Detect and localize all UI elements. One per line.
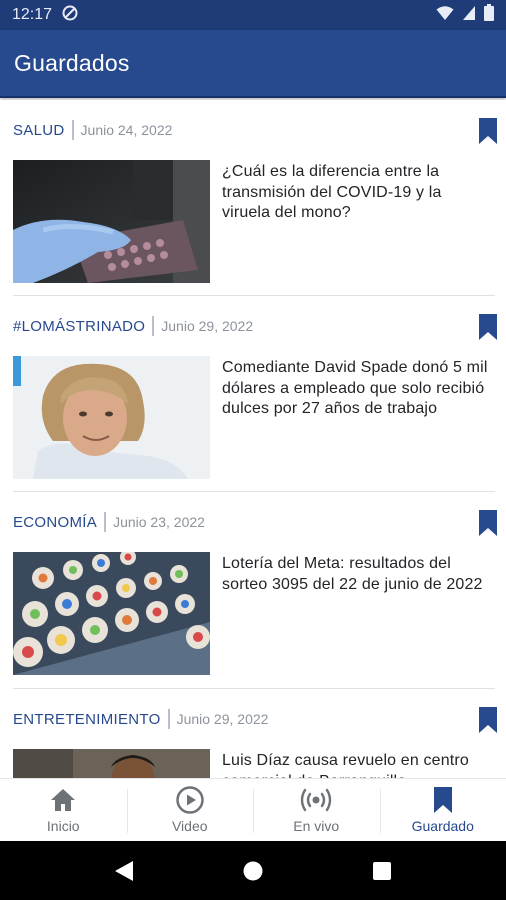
signal-icon (462, 5, 476, 26)
article-meta: SALUD Junio 24, 2022 (13, 118, 497, 142)
recents-icon[interactable] (362, 851, 402, 891)
article-meta: #LOMÁSTRINADO Junio 29, 2022 (13, 314, 497, 338)
meta-separator (71, 120, 74, 140)
app-bar: Guardados (0, 30, 506, 98)
article-thumbnail[interactable] (13, 356, 210, 479)
bookmark-icon[interactable] (479, 707, 497, 733)
article-date: Junio 29, 2022 (161, 318, 254, 334)
list-item[interactable]: #LOMÁSTRINADO Junio 29, 2022 Comediante … (13, 314, 497, 479)
nav-label: Guardado (411, 818, 474, 834)
system-navigation-bar (0, 841, 506, 900)
bookmark-icon (433, 786, 452, 814)
article-section[interactable]: ECONOMÍA (13, 514, 97, 531)
article-date: Junio 24, 2022 (80, 122, 173, 138)
article-headline[interactable]: Lotería del Meta: resultados del sorteo … (222, 554, 492, 595)
bookmark-icon[interactable] (479, 510, 497, 536)
nav-item-en-vivo[interactable]: En vivo (253, 779, 380, 841)
play-circle-icon (176, 786, 204, 814)
bookmark-icon[interactable] (479, 314, 497, 340)
meta-separator (152, 316, 155, 336)
article-headline[interactable]: Comediante David Spade donó 5 mil dólare… (222, 358, 492, 420)
nav-item-inicio[interactable]: Inicio (0, 779, 127, 841)
divider (13, 491, 495, 492)
home-icon (50, 786, 76, 814)
article-section[interactable]: SALUD (13, 122, 65, 139)
article-thumbnail[interactable] (13, 552, 210, 675)
article-headline[interactable]: ¿Cuál es la diferencia entre la transmis… (222, 162, 492, 224)
nav-item-video[interactable]: Video (126, 779, 254, 841)
article-date: Junio 29, 2022 (176, 711, 269, 727)
article-meta: ENTRETENIMIENTO Junio 29, 2022 (13, 707, 497, 731)
nav-label: En vivo (293, 818, 340, 834)
list-item[interactable]: SALUD Junio 24, 2022 ¿Cuál es la diferen… (13, 118, 497, 283)
bookmark-icon[interactable] (479, 118, 497, 144)
divider (13, 295, 495, 296)
article-date: Junio 23, 2022 (113, 514, 205, 530)
article-meta: ECONOMÍA Junio 23, 2022 (13, 510, 497, 534)
battery-icon (484, 4, 494, 26)
nav-item-guardado[interactable]: Guardado (379, 779, 506, 841)
nav-label: Inicio (46, 818, 80, 834)
meta-separator (167, 709, 170, 729)
wifi-icon (436, 5, 454, 26)
meta-separator (104, 512, 107, 532)
list-item[interactable]: ENTRETENIMIENTO Junio 29, 2022 Luis Díaz… (13, 707, 497, 778)
do-not-disturb-icon (62, 5, 78, 26)
article-section[interactable]: ENTRETENIMIENTO (13, 711, 161, 728)
saved-articles-list[interactable]: SALUD Junio 24, 2022 ¿Cuál es la diferen… (0, 100, 506, 778)
list-item[interactable]: ECONOMÍA Junio 23, 2022 Lotería del Meta… (13, 510, 497, 675)
status-time: 12:17 (12, 6, 53, 23)
divider (13, 688, 495, 689)
page-title: Guardados (14, 49, 130, 76)
status-bar: 12:17 (0, 0, 506, 30)
home-circle-icon[interactable] (233, 851, 273, 891)
article-thumbnail[interactable] (13, 749, 210, 778)
article-section[interactable]: #LOMÁSTRINADO (13, 318, 145, 335)
nav-label: Video (171, 818, 208, 834)
back-icon[interactable] (104, 851, 144, 891)
article-thumbnail[interactable] (13, 160, 210, 283)
article-headline[interactable]: Luis Díaz causa revuelo en centro comerc… (222, 751, 492, 778)
broadcast-icon (299, 786, 333, 814)
bottom-navigation: Inicio Video En vivo Guardado (0, 778, 506, 841)
